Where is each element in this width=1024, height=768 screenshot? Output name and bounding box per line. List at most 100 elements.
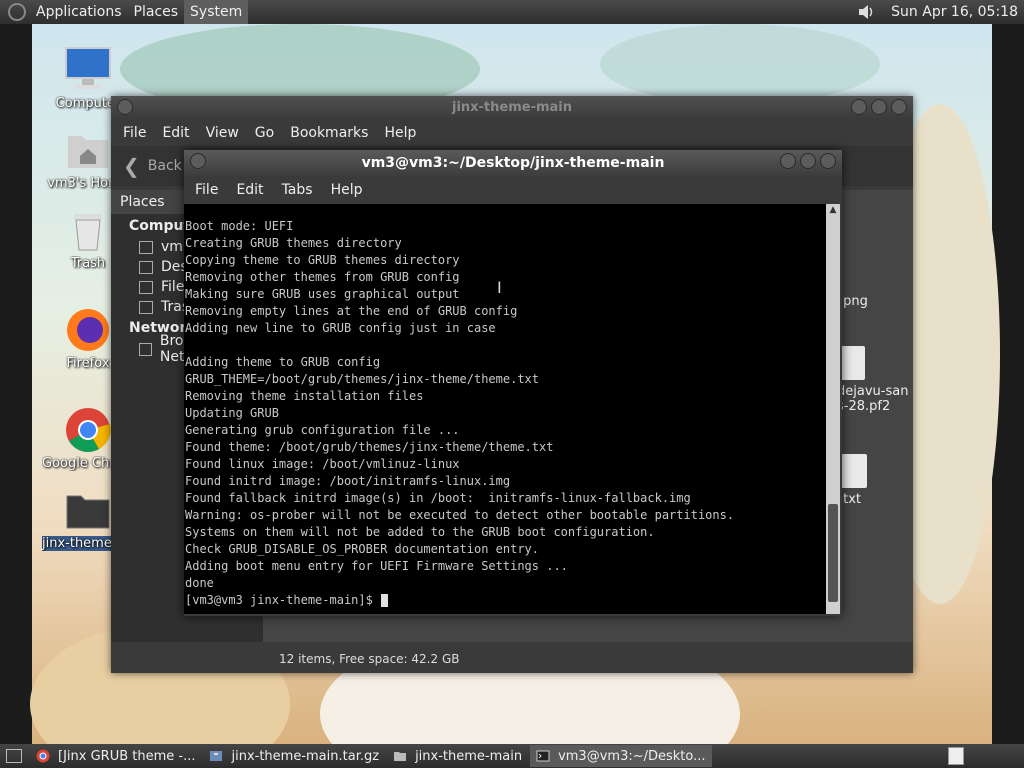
- terminal-window[interactable]: vm3@vm3:~/Desktop/jinx-theme-main File E…: [184, 150, 842, 616]
- fm-menu-bookmarks[interactable]: Bookmarks: [282, 125, 376, 141]
- file-manager-statusbar: 12 items, Free space: 42.2 GB: [279, 652, 460, 666]
- terminal-line: Removing other themes from GRUB config: [185, 270, 460, 284]
- terminal-line: Adding theme to GRUB config: [185, 355, 381, 369]
- home-folder-icon: [139, 240, 153, 254]
- terminal-line: Found initrd image: /boot/initramfs-linu…: [185, 474, 511, 488]
- term-menu-edit[interactable]: Edit: [227, 182, 272, 198]
- terminal-lines: Boot mode: UEFI Creating GRUB themes dire…: [184, 204, 826, 592]
- minimize-button[interactable]: [780, 153, 796, 169]
- minimize-button[interactable]: [851, 99, 867, 115]
- file-manager-title: jinx-theme-main: [451, 100, 573, 115]
- fm-menu-go[interactable]: Go: [247, 125, 282, 141]
- fm-menu-file[interactable]: File: [115, 125, 154, 141]
- taskbar-item-label: jinx-theme-main: [415, 748, 523, 764]
- terminal-line: Creating GRUB themes directory: [185, 236, 402, 250]
- file-icon: [839, 454, 867, 488]
- close-button[interactable]: [891, 99, 907, 115]
- file-name: .txt: [839, 492, 862, 507]
- terminal-line: Making sure GRUB uses graphical output: [185, 287, 460, 301]
- terminal-output[interactable]: Boot mode: UEFI Creating GRUB themes dire…: [184, 204, 826, 614]
- trash-icon: [64, 206, 112, 254]
- file-item[interactable]: .png: [839, 294, 868, 309]
- chrome-icon: [36, 749, 50, 763]
- terminal-line: Boot mode: UEFI: [185, 219, 294, 233]
- chrome-icon: [64, 406, 112, 454]
- distro-logo-icon: [8, 3, 26, 21]
- window-menu-button[interactable]: [190, 153, 206, 169]
- terminal-line: GRUB_THEME=/boot/grub/themes/jinx-theme/…: [185, 372, 540, 386]
- folder-icon: [394, 752, 407, 761]
- terminal-line: done: [185, 576, 214, 590]
- taskbar-item-chrome[interactable]: [Jinx GRUB theme -...: [30, 745, 201, 767]
- file-name: dejavu-sans-28.pf2: [837, 384, 909, 414]
- wallpaper-left-border: [0, 24, 32, 744]
- file-item[interactable]: dejavu-sans-28.pf2: [837, 346, 913, 414]
- terminal-menubar: File Edit Tabs Help: [184, 176, 842, 204]
- drive-icon: [139, 280, 153, 294]
- taskbar-item-label: jinx-theme-main.tar.gz: [231, 748, 380, 764]
- terminal-line: Removing empty lines at the end of GRUB …: [185, 304, 518, 318]
- taskbar-item-file-manager[interactable]: jinx-theme-main: [387, 745, 528, 767]
- text-cursor-icon: I: [497, 278, 502, 297]
- terminal-cursor: [381, 594, 389, 607]
- terminal-line: Found fallback initrd image(s) in /boot:…: [185, 491, 691, 505]
- back-button[interactable]: Back: [148, 158, 182, 174]
- term-menu-help[interactable]: Help: [322, 182, 372, 198]
- terminal-prompt-line[interactable]: [vm3@vm3 jinx-theme-main]$: [184, 592, 826, 609]
- terminal-line: Generating grub configuration file ...: [185, 423, 460, 437]
- home-folder-icon: [64, 126, 112, 174]
- terminal-line: Copying theme to GRUB themes directory: [185, 253, 460, 267]
- places-menu[interactable]: Places: [128, 0, 185, 24]
- terminal-line: Found linux image: /boot/vmlinuz-linux: [185, 457, 460, 471]
- terminal-titlebar[interactable]: vm3@vm3:~/Desktop/jinx-theme-main: [184, 150, 842, 176]
- fm-menu-help[interactable]: Help: [376, 125, 424, 141]
- terminal-title: vm3@vm3:~/Desktop/jinx-theme-main: [361, 155, 665, 171]
- computer-icon: [64, 46, 112, 94]
- maximize-button[interactable]: [800, 153, 816, 169]
- file-name: .png: [839, 294, 868, 309]
- taskbar-item-archive[interactable]: jinx-theme-main.tar.gz: [203, 745, 385, 767]
- scrollbar-thumb[interactable]: [828, 504, 838, 602]
- file-item[interactable]: .txt: [839, 454, 867, 507]
- terminal-prompt: [vm3@vm3 jinx-theme-main]$: [185, 593, 381, 607]
- scroll-up-arrow-icon[interactable]: ▲: [826, 204, 840, 216]
- terminal-scrollbar[interactable]: ▲: [826, 204, 840, 614]
- taskbar-item-terminal[interactable]: vm3@vm3:~/Deskto...: [530, 745, 712, 767]
- trash-icon: [139, 300, 153, 314]
- terminal-line: Check GRUB_DISABLE_OS_PROBER documentati…: [185, 542, 540, 556]
- folder-icon: [64, 486, 112, 534]
- workspace-switcher[interactable]: [948, 747, 964, 765]
- terminal-line: Found theme: /boot/grub/themes/jinx-them…: [185, 440, 554, 454]
- archive-icon: [210, 751, 223, 761]
- terminal-line: Warning: os-prober will not be executed …: [185, 508, 735, 522]
- file-manager-titlebar[interactable]: jinx-theme-main: [111, 96, 913, 120]
- terminal-line: Adding new line to GRUB config just in c…: [185, 321, 496, 335]
- terminal-line: Adding boot menu entry for UEFI Firmware…: [185, 559, 568, 573]
- panel-clock[interactable]: Sun Apr 16, 05:18: [885, 4, 1024, 20]
- term-menu-tabs[interactable]: Tabs: [273, 182, 322, 198]
- terminal-line: Systems on them will not be added to the…: [185, 525, 655, 539]
- firefox-icon: [64, 306, 112, 354]
- network-icon: [139, 342, 152, 356]
- back-arrow-icon[interactable]: ❮: [123, 154, 140, 178]
- fm-menu-view[interactable]: View: [198, 125, 247, 141]
- terminal-icon: [536, 750, 550, 762]
- maximize-button[interactable]: [871, 99, 887, 115]
- window-menu-button[interactable]: [117, 99, 133, 115]
- taskbar-item-label: [Jinx GRUB theme -...: [58, 748, 196, 764]
- close-button[interactable]: [820, 153, 836, 169]
- bottom-panel: [Jinx GRUB theme -... jinx-theme-main.ta…: [0, 744, 1024, 768]
- applications-menu[interactable]: Applications: [30, 0, 128, 24]
- fm-menu-edit[interactable]: Edit: [154, 125, 197, 141]
- system-menu[interactable]: System: [184, 0, 249, 24]
- file-manager-menubar: File Edit View Go Bookmarks Help: [111, 120, 913, 146]
- terminal-line: Updating GRUB: [185, 406, 279, 420]
- term-menu-file[interactable]: File: [186, 182, 227, 198]
- top-panel: Applications Places System Sun Apr 16, 0…: [0, 0, 1024, 24]
- desktop-folder-icon: [139, 260, 153, 274]
- terminal-line: Removing theme installation files: [185, 389, 424, 403]
- show-desktop-icon[interactable]: [6, 749, 22, 763]
- taskbar-item-label: vm3@vm3:~/Deskto...: [558, 748, 706, 764]
- volume-icon[interactable]: [855, 1, 877, 23]
